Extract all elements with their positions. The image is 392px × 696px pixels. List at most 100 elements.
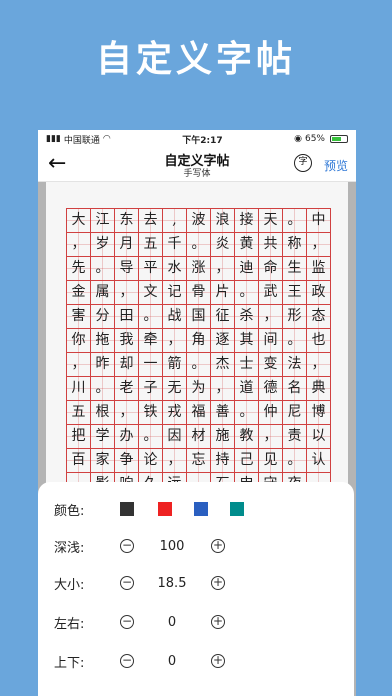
grid-cell: 戎 [163, 401, 187, 425]
grid-cell: 杰 [211, 353, 235, 377]
battery-percent: 65% [304, 134, 325, 144]
color-swatch-teal[interactable] [230, 502, 244, 516]
vertical-row: 上下: − 0 + [38, 646, 354, 676]
grid-cell: 德 [259, 377, 283, 401]
grid-cell: 见 [259, 449, 283, 473]
grid-cell: 以 [307, 425, 331, 449]
grid-cell: 善 [211, 401, 235, 425]
grid-cell: 去 [139, 209, 163, 233]
grid-cell: 学 [91, 425, 115, 449]
grid-cell: 子 [139, 377, 163, 401]
size-row: 大小: − 18.5 + [38, 568, 354, 598]
vertical-label: 上下: [54, 655, 85, 671]
grid-cell: 己 [235, 449, 259, 473]
grid-cell: 武 [259, 281, 283, 305]
grid-cell: 态 [307, 305, 331, 329]
grid-cell: 平 [139, 257, 163, 281]
grid-cell: 。 [91, 377, 115, 401]
horizontal-plus-icon[interactable]: + [211, 615, 225, 629]
size-label: 大小: [54, 577, 85, 593]
grid-cell: 征 [211, 305, 235, 329]
grid-cell: 王 [283, 281, 307, 305]
grid-cell: 。 [283, 449, 307, 473]
horizontal-value: 0 [167, 614, 177, 630]
grid-cell: 箭 [163, 353, 187, 377]
grid-cell: ， [67, 353, 91, 377]
grid-cell: 。 [235, 401, 259, 425]
grid-cell: 浪 [211, 209, 235, 233]
grid-cell: 间 [259, 329, 283, 353]
grid-cell: 片 [211, 281, 235, 305]
vertical-plus-icon[interactable]: + [211, 654, 225, 668]
size-value: 18.5 [157, 575, 187, 591]
color-swatch-red[interactable] [158, 502, 172, 516]
grid-cell: 办 [115, 425, 139, 449]
grid-cell: 。 [235, 281, 259, 305]
grid-cell: ， [67, 233, 91, 257]
grid-cell: 无 [163, 377, 187, 401]
depth-minus-icon[interactable]: − [120, 539, 134, 553]
grid-cell: 国 [187, 305, 211, 329]
grid-cell: 施 [211, 425, 235, 449]
grid-cell: 大 [67, 209, 91, 233]
grid-cell: 记 [163, 281, 187, 305]
grid-cell: 。 [187, 353, 211, 377]
font-char-button[interactable]: 字 [294, 154, 312, 172]
promo-title: 自定义字帖 [95, 39, 296, 80]
grid-cell: 。 [187, 233, 211, 257]
grid-cell: 监 [307, 257, 331, 281]
depth-plus-icon[interactable]: + [211, 539, 225, 553]
grid-cell: 炎 [211, 233, 235, 257]
depth-value: 100 [159, 538, 185, 554]
grid-cell: 也 [307, 329, 331, 353]
preview-button[interactable]: 预览 [324, 157, 348, 174]
grid-cell: 忘 [187, 449, 211, 473]
grid-cell: 一 [139, 353, 163, 377]
grid-cell: 文 [139, 281, 163, 305]
grid-cell: 战 [163, 305, 187, 329]
grid-cell: 为 [187, 377, 211, 401]
grid-cell: 导 [115, 257, 139, 281]
carrier-label: 中国联通 [63, 135, 100, 146]
grid-cell: ， [163, 329, 187, 353]
grid-cell: 。 [139, 425, 163, 449]
color-row: 颜色: [38, 494, 354, 524]
grid-cell: 属 [91, 281, 115, 305]
color-swatch-blue[interactable] [194, 502, 208, 516]
size-plus-icon[interactable]: + [211, 576, 225, 590]
grid-cell: 。 [283, 329, 307, 353]
grid-cell: 川 [67, 377, 91, 401]
grid-cell: 波 [187, 209, 211, 233]
horizontal-row: 左右: − 0 + [38, 607, 354, 637]
grid-cell: 天 [259, 209, 283, 233]
grid-cell: 生 [283, 257, 307, 281]
grid-cell: 福 [187, 401, 211, 425]
grid-cell: 政 [307, 281, 331, 305]
grid-cell: 拖 [91, 329, 115, 353]
grid-cell: ， [307, 233, 331, 257]
depth-row: 深浅: − 100 + [38, 531, 354, 561]
grid-cell: ， [259, 425, 283, 449]
size-minus-icon[interactable]: − [120, 576, 134, 590]
grid-cell: , [163, 209, 187, 233]
grid-cell: 却 [115, 353, 139, 377]
grid-cell: 仲 [259, 401, 283, 425]
grid-cell: ， [211, 257, 235, 281]
grid-cell: 昨 [91, 353, 115, 377]
grid-cell: 我 [115, 329, 139, 353]
grid-cell: 水 [163, 257, 187, 281]
vertical-value: 0 [167, 653, 177, 669]
horizontal-minus-icon[interactable]: − [120, 615, 134, 629]
vertical-minus-icon[interactable]: − [120, 654, 134, 668]
color-swatch-black[interactable] [120, 502, 134, 516]
grid-cell: ， [259, 305, 283, 329]
grid-cell: 责 [283, 425, 307, 449]
grid-cell: 角 [187, 329, 211, 353]
grid-cell: 命 [259, 257, 283, 281]
depth-label: 深浅: [54, 540, 85, 556]
grid-cell: 黄 [235, 233, 259, 257]
grid-cell: 分 [91, 305, 115, 329]
grid-cell: 中 [307, 209, 331, 233]
grid-cell: ， [211, 377, 235, 401]
grid-cell: 变 [259, 353, 283, 377]
